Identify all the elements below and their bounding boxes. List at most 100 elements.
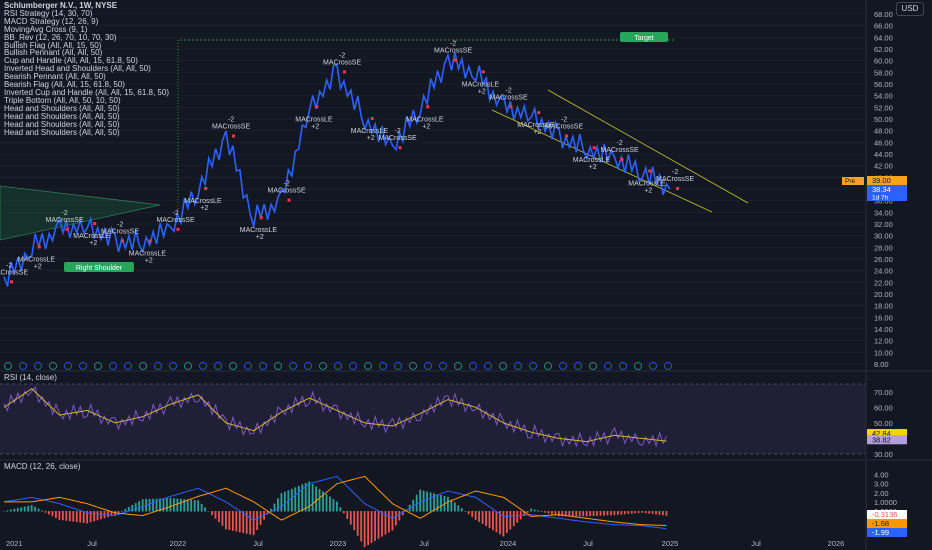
event-icon[interactable] xyxy=(649,362,657,370)
event-icon[interactable] xyxy=(319,362,327,370)
price-axis-label: 66.00 xyxy=(874,22,893,31)
minus2-label: -2 xyxy=(395,128,401,135)
target-text: Target xyxy=(634,35,654,42)
indicator-legend-item[interactable]: Head and Shoulders (All, All, 50) xyxy=(4,128,169,137)
macd-line xyxy=(3,475,667,530)
ma-cross-se-label: MACrossSE xyxy=(379,135,417,142)
macd-histogram-bar xyxy=(280,493,283,512)
macd-histogram-bar xyxy=(259,511,262,525)
macd-histogram-bar xyxy=(211,511,213,516)
price-axis-label: 68.00 xyxy=(874,10,893,19)
macd-histogram-bar xyxy=(349,511,352,525)
event-icon[interactable] xyxy=(64,362,72,370)
event-icon[interactable] xyxy=(439,362,447,370)
price-axis-label: 50.00 xyxy=(874,115,893,124)
event-icon[interactable] xyxy=(124,362,132,370)
event-icon[interactable] xyxy=(139,362,147,370)
event-icon[interactable] xyxy=(394,362,402,370)
macd-signal-line xyxy=(4,475,667,526)
signal-marker xyxy=(65,227,69,231)
macd-histogram-bar xyxy=(447,496,449,512)
macd-histogram-bar xyxy=(599,511,602,516)
macd-histogram-bar xyxy=(23,506,26,512)
signal-marker xyxy=(343,70,346,74)
ma-cross-le-label: MACrossLE xyxy=(18,256,56,263)
macd-histogram-bar xyxy=(630,511,633,514)
signal-marker xyxy=(121,239,124,243)
price-axis-label: 42.00 xyxy=(874,162,893,171)
event-icon[interactable] xyxy=(469,362,477,370)
event-icon[interactable] xyxy=(379,362,387,370)
macd-histogram-bar xyxy=(238,511,241,533)
event-icon[interactable] xyxy=(19,362,27,370)
time-axis-label: Jul xyxy=(87,539,97,548)
macd-histogram-bar xyxy=(34,506,37,512)
event-icon[interactable] xyxy=(334,362,342,370)
event-icon[interactable] xyxy=(214,362,222,370)
event-icon[interactable] xyxy=(409,362,417,370)
macd-histogram-bar xyxy=(82,511,85,523)
event-icon[interactable] xyxy=(244,362,252,370)
ma-cross-le-label: MACrossLE xyxy=(462,81,500,88)
rsi-axis[interactable]: 70.0060.0050.0040.0030.00 xyxy=(874,388,893,459)
event-icon[interactable] xyxy=(109,362,117,370)
event-icon[interactable] xyxy=(229,362,237,370)
event-icon[interactable] xyxy=(529,362,537,370)
event-icon[interactable] xyxy=(154,362,162,370)
event-icon[interactable] xyxy=(4,362,12,370)
event-icon[interactable] xyxy=(499,362,507,370)
macd-histogram-bar xyxy=(252,511,255,536)
price-axis-label: 34.00 xyxy=(874,208,893,217)
event-icon[interactable] xyxy=(514,362,522,370)
event-icon[interactable] xyxy=(274,362,282,370)
time-axis[interactable]: 2021 Jul 2022 Jul 2023 Jul 2024 Jul 2025 Jul 2026 xyxy=(6,539,844,548)
event-icon[interactable] xyxy=(424,362,432,370)
event-icon[interactable] xyxy=(94,362,102,370)
event-icon[interactable] xyxy=(664,362,672,370)
macd-histogram-bar xyxy=(325,493,328,512)
event-icon[interactable] xyxy=(619,362,627,370)
macd-histogram-bar xyxy=(398,511,401,521)
macd-histogram-bar xyxy=(294,487,297,512)
event-icon[interactable] xyxy=(49,362,57,370)
ma-cross-le-label: MACrossLE xyxy=(129,251,167,258)
event-icon[interactable] xyxy=(559,362,567,370)
ma-cross-se-label: MACrossSE xyxy=(212,124,250,131)
plus2-label: +2 xyxy=(422,123,430,130)
event-icon[interactable] xyxy=(589,362,597,370)
event-icon[interactable] xyxy=(604,362,612,370)
event-icon[interactable] xyxy=(34,362,42,370)
macd-histogram-bar xyxy=(655,511,657,515)
event-icon[interactable] xyxy=(289,362,297,370)
macd-histogram-bar xyxy=(637,511,640,514)
event-icon[interactable] xyxy=(304,362,312,370)
event-icon[interactable] xyxy=(79,362,87,370)
event-icon[interactable] xyxy=(544,362,552,370)
signal-marker xyxy=(315,105,319,109)
event-icon[interactable] xyxy=(199,362,207,370)
event-icon[interactable] xyxy=(364,362,372,370)
event-icon[interactable] xyxy=(454,362,462,370)
macd-histogram-bar xyxy=(107,511,109,518)
event-icon[interactable] xyxy=(574,362,582,370)
macd-histogram-bar xyxy=(485,511,487,527)
minus2-label: -2 xyxy=(228,117,234,124)
signal-marker xyxy=(454,58,457,62)
macd-histogram-bar xyxy=(218,511,220,523)
ma-cross-se-label: MACrossSE xyxy=(656,176,694,183)
macd-histogram-bar xyxy=(610,511,612,516)
event-icon[interactable] xyxy=(484,362,492,370)
currency-button[interactable]: USD xyxy=(896,2,924,16)
macd-histogram-bar xyxy=(200,503,203,512)
event-icon[interactable] xyxy=(184,362,192,370)
macd-histogram-bar xyxy=(585,511,588,517)
minus2-label: -2 xyxy=(617,140,623,147)
event-icon[interactable] xyxy=(634,362,642,370)
macd-histogram-bar xyxy=(61,511,64,521)
macd-histogram-bar xyxy=(221,511,224,526)
event-icon[interactable] xyxy=(349,362,357,370)
event-icon[interactable] xyxy=(259,362,267,370)
macd-histogram-bar xyxy=(471,511,474,518)
event-icon[interactable] xyxy=(169,362,177,370)
target-label: Target xyxy=(620,32,668,42)
